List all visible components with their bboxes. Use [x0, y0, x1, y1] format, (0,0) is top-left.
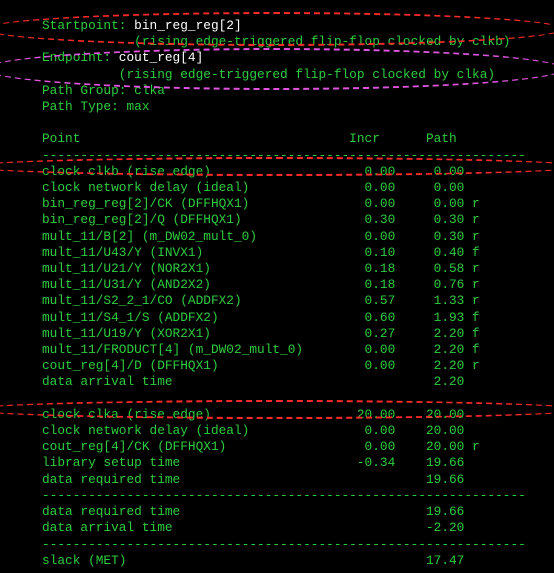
divider: ----------------------------------------… — [42, 537, 526, 552]
summary-slack: slack (MET) 17.47 — [42, 553, 464, 568]
path-group: Path Group: clka — [42, 83, 165, 98]
startpoint-name: bin_reg_reg[2] — [134, 18, 242, 33]
report-body: Startpoint: bin_reg_reg[2] (rising edge-… — [42, 18, 546, 569]
timing-report-terminal: Startpoint: bin_reg_reg[2] (rising edge-… — [0, 0, 554, 573]
divider: ----------------------------------------… — [42, 148, 526, 163]
rows2-block: clock clka (rise edge) 20.00 20.00 clock… — [42, 407, 480, 487]
summary-req: data required time 19.66 — [42, 504, 464, 519]
path-type: Path Type: max — [42, 99, 150, 114]
divider: ----------------------------------------… — [42, 488, 526, 503]
summary-arr: data arrival time -2.20 — [42, 520, 464, 535]
col-headers: Point Incr Path — [42, 131, 457, 146]
endpoint-label: Endpoint: — [42, 50, 119, 65]
rows-block: clock clkb (rise edge) 0.00 0.00 clock n… — [42, 164, 480, 390]
endpoint-desc: (rising edge-triggered flip-flop clocked… — [42, 67, 495, 82]
startpoint-label: Startpoint: — [42, 18, 134, 33]
endpoint-name: cout_reg[4] — [119, 50, 203, 65]
startpoint-desc: (rising edge-triggered flip-flop clocked… — [42, 34, 510, 49]
